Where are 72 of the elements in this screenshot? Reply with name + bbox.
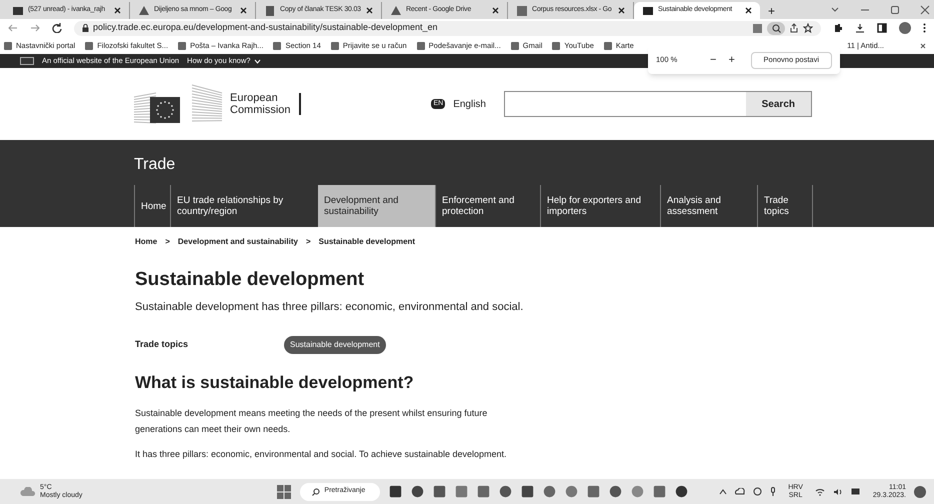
app-icon[interactable] [411,485,424,498]
avatar-icon[interactable] [899,22,911,34]
topic-tag[interactable]: Sustainable development [284,336,386,354]
bookmark-favicon-icon [552,42,560,50]
bookmark-favicon-icon [330,42,339,50]
address-field[interactable]: policy.trade.ec.europa.eu/development-and-sustainability/sustainable-development_en [74,20,821,36]
app-icon[interactable] [675,485,688,498]
forward-icon[interactable] [30,23,40,33]
app-icon[interactable] [499,485,512,498]
bookmark-favicon-icon [85,42,94,50]
search-field[interactable]: Search [504,91,812,117]
bookmark-favicon-icon [4,42,12,50]
close-icon[interactable] [920,42,926,48]
zoom-out-button[interactable]: − [706,52,720,68]
body-paragraph: Sustainable development means meeting the needs of the present whilst ensuring future generations can meet their own needs. [135,406,488,436]
bookmark-favicon-icon [510,42,519,50]
new-tab-button[interactable]: + [760,2,784,19]
logo-text: Commission [230,104,291,116]
close-icon[interactable] [366,7,373,14]
nav-tab[interactable]: Enforcement and protection [435,185,540,227]
chevron-up-icon[interactable] [719,488,728,494]
magnifier-icon [772,24,780,32]
eu-flag-icon [20,57,34,65]
volume-icon[interactable] [832,488,843,496]
close-icon[interactable] [114,7,121,14]
reload-icon[interactable] [52,23,62,33]
close-icon[interactable] [492,7,499,14]
section-title: What is sustainable development? [135,372,415,394]
page-title: Sustainable development [135,268,366,292]
share-icon[interactable] [789,23,799,33]
bookmark-favicon-icon [416,42,425,50]
nav-tab[interactable]: Development and sustainability [318,185,435,227]
nav-tab[interactable]: Home [134,185,170,227]
start-icon[interactable] [277,484,292,498]
nav-tab[interactable]: Help for exporters and importers [540,185,660,227]
microphone-icon[interactable] [770,487,776,496]
star-icon[interactable] [803,23,813,33]
app-icon[interactable] [521,485,534,498]
zoom-indicator[interactable] [767,22,785,34]
close-icon[interactable] [745,7,752,14]
topics-label: Trade topics [135,338,190,352]
search-button[interactable]: Search [746,92,811,116]
bookmark-favicon-icon [604,42,612,50]
bookmark-favicon-icon [178,42,186,50]
site-title: Trade [134,155,176,175]
breadcrumb-link[interactable]: Home [135,236,158,248]
nav-tab[interactable]: Trade topics [757,185,812,227]
bookmark-favicon-icon [273,42,282,50]
body-paragraph: It has three pillars: economic, environmental and social. To achieve sustainable development. [135,448,508,461]
intro-text: Sustainable development has three pillars: economic, environmental and social. [135,300,524,314]
search-icon [312,488,320,496]
side-panel-icon[interactable] [877,23,887,33]
maximize-icon[interactable] [890,5,900,15]
download-icon[interactable] [855,23,865,33]
lock-icon [82,24,89,32]
app-icon[interactable] [477,485,490,498]
logo-text: European [230,92,279,104]
cloud-icon [20,486,36,496]
app-icon[interactable] [389,485,402,498]
breadcrumb-separator: > [165,236,170,248]
breadcrumb-link[interactable]: Development and sustainability [178,236,298,248]
back-icon[interactable] [8,23,18,33]
more-icon[interactable] [923,23,926,33]
breadcrumb-separator: > [306,236,311,248]
chevron-down-icon [254,58,262,64]
nav-tab[interactable]: Analysis and assessment [660,185,757,227]
url-text: policy.trade.ec.europa.eu/development-and-sustainability/sustainable-development_en [93,21,438,34]
cloud-icon[interactable] [735,488,746,495]
wifi-icon[interactable] [814,488,825,496]
close-icon[interactable] [618,7,625,14]
close-icon[interactable] [240,7,247,14]
zoom-in-button[interactable]: + [724,52,739,68]
